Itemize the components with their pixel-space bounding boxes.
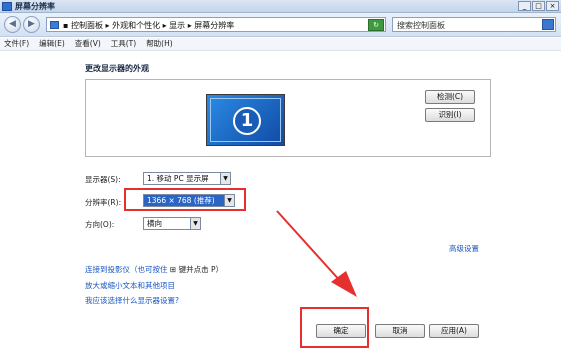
apply-button[interactable]: 应用(A) <box>429 324 479 338</box>
cancel-button[interactable]: 取消 <box>375 324 425 338</box>
annotation-arrow <box>276 210 357 297</box>
arrow-shaft <box>276 210 343 284</box>
ok-highlight <box>300 307 369 348</box>
